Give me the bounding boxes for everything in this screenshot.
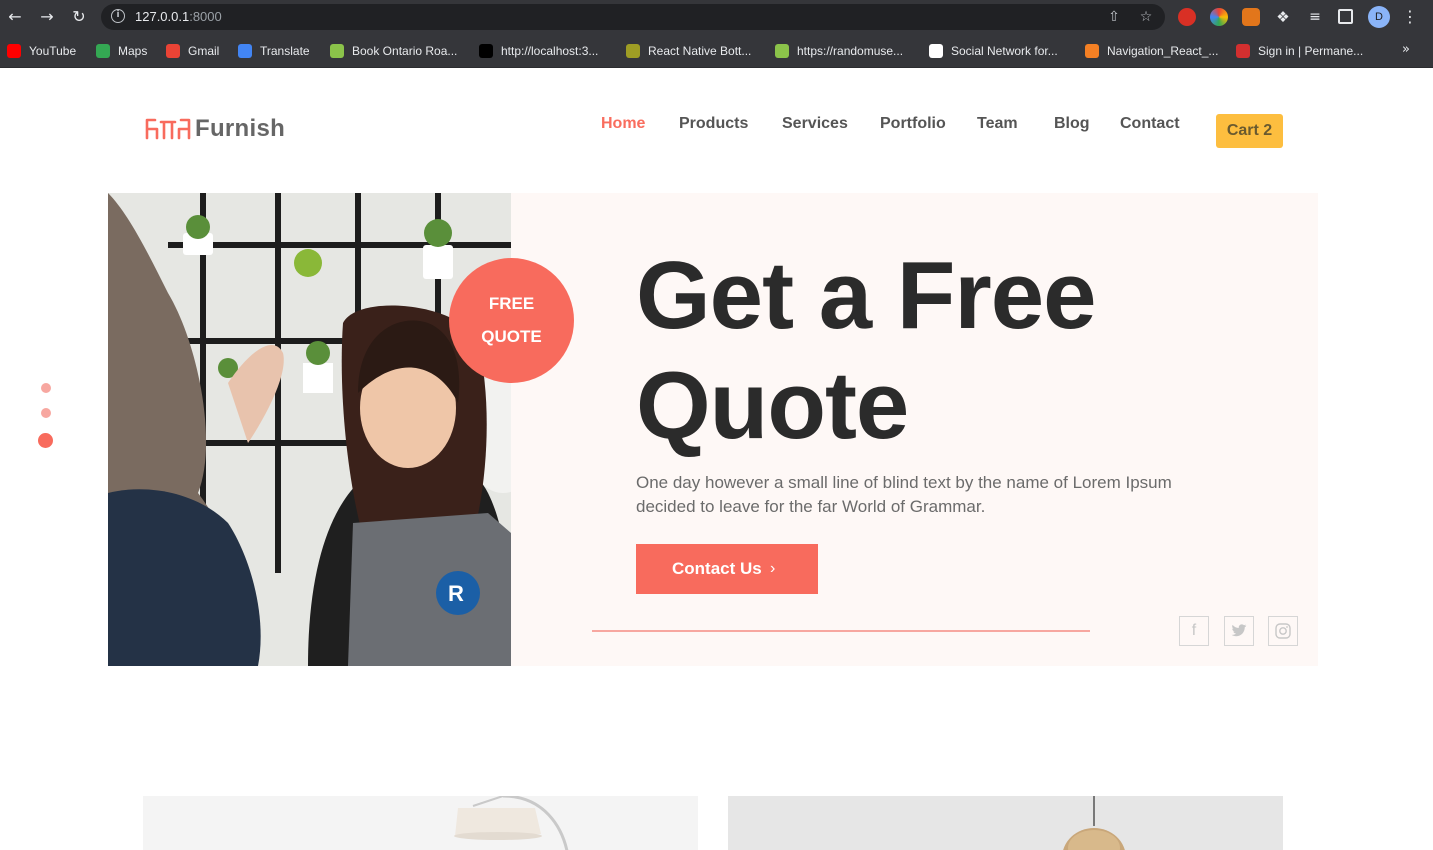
bookmark-item[interactable]: Maps — [96, 43, 147, 59]
instagram-icon[interactable] — [1268, 616, 1298, 646]
hero-headline: Get a Free Quote — [636, 241, 1196, 461]
badge-line-2: QUOTE — [481, 327, 542, 346]
headline-highlight-word: Quote — [636, 351, 909, 461]
forward-arrow-icon[interactable]: → — [37, 7, 57, 27]
hero-photo-office: R — [108, 193, 511, 666]
extension-adblock-icon[interactable] — [1178, 8, 1196, 26]
nav-blog[interactable]: Blog — [1054, 115, 1090, 133]
extensions-puzzle-icon[interactable]: ❖ — [1274, 8, 1292, 26]
bookmark-label: Navigation_React_... — [1107, 44, 1219, 58]
bookmark-item[interactable]: https://randomuse... — [775, 43, 903, 59]
bookmark-label: http://localhost:3... — [501, 44, 599, 58]
share-icon[interactable]: ⇧ — [1106, 9, 1122, 25]
product-card-lamp[interactable] — [143, 796, 698, 850]
bookmark-star-icon[interactable]: ☆ — [1138, 9, 1154, 25]
product-card-pendant[interactable] — [728, 796, 1283, 850]
bookmark-label: Sign in | Permane... — [1258, 44, 1364, 58]
hero-divider — [592, 630, 1090, 632]
bookmark-favicon-icon — [7, 44, 21, 58]
address-bar[interactable]: i 127.0.0.1:8000 ⇧ ☆ — [101, 4, 1165, 30]
contact-us-label: Contact Us — [672, 559, 762, 578]
bookmark-favicon-icon — [238, 44, 252, 58]
bookmark-favicon-icon — [1085, 44, 1099, 58]
site-logo[interactable]: Furnish — [145, 114, 285, 144]
bookmark-favicon-icon — [479, 44, 493, 58]
bookmarks-overflow-icon[interactable]: » — [1402, 42, 1410, 57]
free-quote-badge: FREE QUOTE — [449, 258, 574, 383]
extension-colorpicker-icon[interactable] — [1210, 8, 1228, 26]
url-text[interactable]: 127.0.0.1:8000 — [135, 9, 222, 24]
bookmark-item[interactable]: Sign in | Permane... — [1236, 43, 1363, 59]
hero-section: R FREE QUOTE Get a Free Quote One day ho… — [108, 193, 1318, 666]
bookmark-item[interactable]: Navigation_React_... — [1085, 43, 1218, 59]
side-panel-icon[interactable] — [1338, 9, 1353, 24]
badge-line-1: FREE — [488, 294, 535, 313]
nav-team[interactable]: Team — [977, 115, 1018, 133]
more-menu-icon[interactable]: ⋮ — [1402, 7, 1418, 26]
headline-word-3: Quote — [636, 352, 909, 459]
headline-word-2: a Free — [818, 242, 1097, 349]
bookmark-item[interactable]: Book Ontario Roa... — [330, 43, 457, 59]
bookmark-item[interactable]: Social Network for... — [929, 43, 1058, 59]
bookmark-label: Maps — [118, 44, 148, 58]
chevron-right-icon: › — [770, 560, 776, 577]
browser-toolbar: ← → ↻ i 127.0.0.1:8000 ⇧ ☆ ❖ ≡ D ⋮ — [0, 0, 1433, 34]
nav-products[interactable]: Products — [679, 115, 748, 133]
bookmark-favicon-icon — [330, 44, 344, 58]
logo-chairs-icon — [145, 118, 191, 140]
facebook-icon[interactable]: f — [1179, 616, 1209, 646]
bookmark-item[interactable]: React Native Bott... — [626, 43, 751, 59]
web-page: Furnish Home Products Services Portfolio… — [0, 68, 1433, 850]
bookmark-label: Translate — [260, 44, 310, 58]
bookmark-favicon-icon — [96, 44, 110, 58]
bookmark-favicon-icon — [775, 44, 789, 58]
bookmark-item[interactable]: YouTube — [7, 43, 76, 59]
bookmark-label: Book Ontario Roa... — [352, 44, 458, 58]
nav-services[interactable]: Services — [782, 115, 848, 133]
logo-text: Furnish — [195, 115, 286, 142]
bookmark-favicon-icon — [166, 44, 180, 58]
reading-list-icon[interactable]: ≡ — [1306, 8, 1324, 26]
extension-metamask-icon[interactable] — [1242, 8, 1260, 26]
reload-icon[interactable]: ↻ — [69, 7, 89, 27]
contact-us-button[interactable]: Contact Us › — [636, 544, 818, 594]
bookmark-label: React Native Bott... — [648, 44, 752, 58]
profile-avatar[interactable]: D — [1368, 6, 1390, 28]
bookmark-label: YouTube — [29, 44, 77, 58]
bookmark-item[interactable]: Gmail — [166, 43, 219, 59]
bookmark-label: Social Network for... — [951, 44, 1058, 58]
nav-portfolio[interactable]: Portfolio — [880, 115, 946, 133]
headline-word-1: Get — [636, 242, 794, 349]
bookmark-item[interactable]: http://localhost:3... — [479, 43, 598, 59]
site-info-icon[interactable]: i — [111, 9, 125, 23]
headline-highlight-word: Get — [636, 241, 794, 351]
bookmark-favicon-icon — [929, 44, 943, 58]
nav-home[interactable]: Home — [601, 115, 645, 133]
back-arrow-icon[interactable]: ← — [5, 7, 25, 27]
slide-dot-2[interactable] — [41, 408, 51, 418]
url-port: :8000 — [189, 9, 222, 24]
cart-button[interactable]: Cart 2 — [1216, 114, 1283, 148]
bookmark-label: Gmail — [188, 44, 220, 58]
hero-description: One day however a small line of blind te… — [636, 473, 1172, 516]
bookmark-label: https://randomuse... — [797, 44, 904, 58]
url-host: 127.0.0.1 — [135, 9, 190, 24]
slide-dot-3-active[interactable] — [38, 433, 53, 448]
slide-dot-1[interactable] — [41, 383, 51, 393]
bookmark-item[interactable]: Translate — [238, 43, 310, 59]
bookmark-favicon-icon — [1236, 44, 1250, 58]
bookmark-favicon-icon — [626, 44, 640, 58]
nav-contact[interactable]: Contact — [1120, 115, 1180, 133]
svg-text:R: R — [448, 581, 464, 606]
bookmarks-bar: YouTube Maps Gmail Translate Book Ontario Ro… — [0, 34, 1433, 68]
twitter-icon[interactable] — [1224, 616, 1254, 646]
